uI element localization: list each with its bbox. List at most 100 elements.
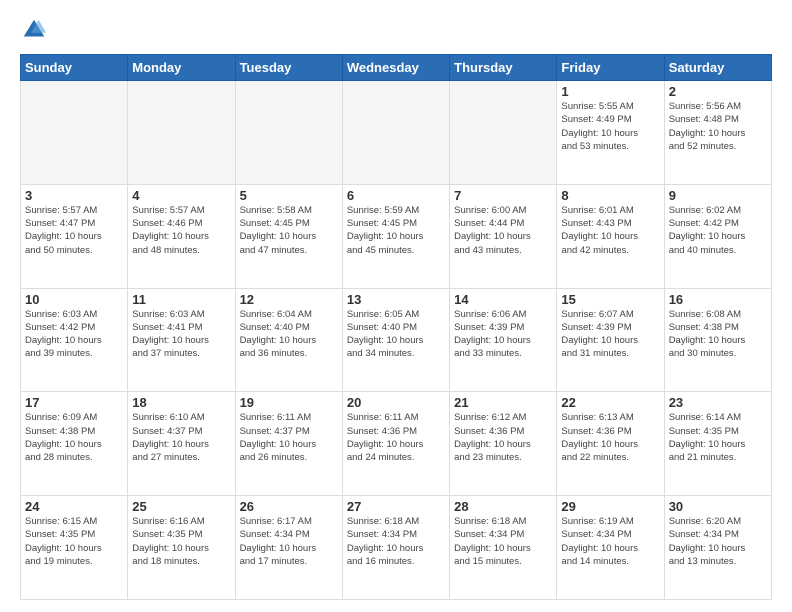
day-number: 26: [240, 499, 338, 514]
day-number: 3: [25, 188, 123, 203]
calendar-cell: 29Sunrise: 6:19 AM Sunset: 4:34 PM Dayli…: [557, 496, 664, 600]
day-of-week-header: Wednesday: [342, 55, 449, 81]
calendar-cell: 26Sunrise: 6:17 AM Sunset: 4:34 PM Dayli…: [235, 496, 342, 600]
day-number: 7: [454, 188, 552, 203]
day-info: Sunrise: 6:01 AM Sunset: 4:43 PM Dayligh…: [561, 204, 659, 257]
day-number: 15: [561, 292, 659, 307]
calendar-cell: 27Sunrise: 6:18 AM Sunset: 4:34 PM Dayli…: [342, 496, 449, 600]
day-info: Sunrise: 6:03 AM Sunset: 4:42 PM Dayligh…: [25, 308, 123, 361]
day-number: 11: [132, 292, 230, 307]
day-info: Sunrise: 6:00 AM Sunset: 4:44 PM Dayligh…: [454, 204, 552, 257]
day-number: 18: [132, 395, 230, 410]
calendar-cell: 24Sunrise: 6:15 AM Sunset: 4:35 PM Dayli…: [21, 496, 128, 600]
calendar-cell: [342, 81, 449, 185]
calendar-body: 1Sunrise: 5:55 AM Sunset: 4:49 PM Daylig…: [21, 81, 772, 600]
calendar-cell: [128, 81, 235, 185]
day-info: Sunrise: 6:07 AM Sunset: 4:39 PM Dayligh…: [561, 308, 659, 361]
calendar-cell: 22Sunrise: 6:13 AM Sunset: 4:36 PM Dayli…: [557, 392, 664, 496]
calendar-cell: 2Sunrise: 5:56 AM Sunset: 4:48 PM Daylig…: [664, 81, 771, 185]
day-info: Sunrise: 6:15 AM Sunset: 4:35 PM Dayligh…: [25, 515, 123, 568]
calendar-week-row: 17Sunrise: 6:09 AM Sunset: 4:38 PM Dayli…: [21, 392, 772, 496]
day-number: 1: [561, 84, 659, 99]
calendar-week-row: 1Sunrise: 5:55 AM Sunset: 4:49 PM Daylig…: [21, 81, 772, 185]
day-of-week-header: Tuesday: [235, 55, 342, 81]
day-number: 13: [347, 292, 445, 307]
calendar-cell: 16Sunrise: 6:08 AM Sunset: 4:38 PM Dayli…: [664, 288, 771, 392]
day-number: 4: [132, 188, 230, 203]
calendar-cell: 11Sunrise: 6:03 AM Sunset: 4:41 PM Dayli…: [128, 288, 235, 392]
day-info: Sunrise: 6:09 AM Sunset: 4:38 PM Dayligh…: [25, 411, 123, 464]
calendar: SundayMondayTuesdayWednesdayThursdayFrid…: [20, 54, 772, 600]
day-number: 19: [240, 395, 338, 410]
header: [20, 16, 772, 44]
calendar-cell: 6Sunrise: 5:59 AM Sunset: 4:45 PM Daylig…: [342, 184, 449, 288]
calendar-cell: 7Sunrise: 6:00 AM Sunset: 4:44 PM Daylig…: [450, 184, 557, 288]
calendar-cell: 1Sunrise: 5:55 AM Sunset: 4:49 PM Daylig…: [557, 81, 664, 185]
calendar-header: SundayMondayTuesdayWednesdayThursdayFrid…: [21, 55, 772, 81]
calendar-cell: 30Sunrise: 6:20 AM Sunset: 4:34 PM Dayli…: [664, 496, 771, 600]
calendar-cell: 10Sunrise: 6:03 AM Sunset: 4:42 PM Dayli…: [21, 288, 128, 392]
calendar-cell: 14Sunrise: 6:06 AM Sunset: 4:39 PM Dayli…: [450, 288, 557, 392]
day-info: Sunrise: 6:12 AM Sunset: 4:36 PM Dayligh…: [454, 411, 552, 464]
day-of-week-header: Sunday: [21, 55, 128, 81]
calendar-cell: 12Sunrise: 6:04 AM Sunset: 4:40 PM Dayli…: [235, 288, 342, 392]
day-info: Sunrise: 5:57 AM Sunset: 4:47 PM Dayligh…: [25, 204, 123, 257]
day-info: Sunrise: 5:57 AM Sunset: 4:46 PM Dayligh…: [132, 204, 230, 257]
day-number: 12: [240, 292, 338, 307]
calendar-cell: 28Sunrise: 6:18 AM Sunset: 4:34 PM Dayli…: [450, 496, 557, 600]
day-info: Sunrise: 6:18 AM Sunset: 4:34 PM Dayligh…: [347, 515, 445, 568]
calendar-cell: [450, 81, 557, 185]
day-number: 16: [669, 292, 767, 307]
day-number: 9: [669, 188, 767, 203]
day-number: 17: [25, 395, 123, 410]
calendar-cell: 20Sunrise: 6:11 AM Sunset: 4:36 PM Dayli…: [342, 392, 449, 496]
day-number: 20: [347, 395, 445, 410]
calendar-cell: 18Sunrise: 6:10 AM Sunset: 4:37 PM Dayli…: [128, 392, 235, 496]
calendar-cell: 3Sunrise: 5:57 AM Sunset: 4:47 PM Daylig…: [21, 184, 128, 288]
day-info: Sunrise: 6:03 AM Sunset: 4:41 PM Dayligh…: [132, 308, 230, 361]
day-info: Sunrise: 6:16 AM Sunset: 4:35 PM Dayligh…: [132, 515, 230, 568]
day-info: Sunrise: 5:59 AM Sunset: 4:45 PM Dayligh…: [347, 204, 445, 257]
day-info: Sunrise: 5:55 AM Sunset: 4:49 PM Dayligh…: [561, 100, 659, 153]
calendar-cell: 19Sunrise: 6:11 AM Sunset: 4:37 PM Dayli…: [235, 392, 342, 496]
day-info: Sunrise: 6:05 AM Sunset: 4:40 PM Dayligh…: [347, 308, 445, 361]
day-info: Sunrise: 6:02 AM Sunset: 4:42 PM Dayligh…: [669, 204, 767, 257]
day-number: 22: [561, 395, 659, 410]
day-number: 28: [454, 499, 552, 514]
calendar-cell: 15Sunrise: 6:07 AM Sunset: 4:39 PM Dayli…: [557, 288, 664, 392]
calendar-cell: 9Sunrise: 6:02 AM Sunset: 4:42 PM Daylig…: [664, 184, 771, 288]
calendar-week-row: 24Sunrise: 6:15 AM Sunset: 4:35 PM Dayli…: [21, 496, 772, 600]
calendar-week-row: 10Sunrise: 6:03 AM Sunset: 4:42 PM Dayli…: [21, 288, 772, 392]
day-info: Sunrise: 6:04 AM Sunset: 4:40 PM Dayligh…: [240, 308, 338, 361]
calendar-cell: 17Sunrise: 6:09 AM Sunset: 4:38 PM Dayli…: [21, 392, 128, 496]
day-number: 25: [132, 499, 230, 514]
day-info: Sunrise: 6:17 AM Sunset: 4:34 PM Dayligh…: [240, 515, 338, 568]
day-info: Sunrise: 6:06 AM Sunset: 4:39 PM Dayligh…: [454, 308, 552, 361]
day-info: Sunrise: 6:19 AM Sunset: 4:34 PM Dayligh…: [561, 515, 659, 568]
day-info: Sunrise: 6:20 AM Sunset: 4:34 PM Dayligh…: [669, 515, 767, 568]
day-number: 5: [240, 188, 338, 203]
page: SundayMondayTuesdayWednesdayThursdayFrid…: [0, 0, 792, 612]
day-info: Sunrise: 6:14 AM Sunset: 4:35 PM Dayligh…: [669, 411, 767, 464]
day-info: Sunrise: 6:18 AM Sunset: 4:34 PM Dayligh…: [454, 515, 552, 568]
day-number: 14: [454, 292, 552, 307]
day-info: Sunrise: 6:11 AM Sunset: 4:37 PM Dayligh…: [240, 411, 338, 464]
day-number: 29: [561, 499, 659, 514]
day-info: Sunrise: 5:56 AM Sunset: 4:48 PM Dayligh…: [669, 100, 767, 153]
calendar-cell: [235, 81, 342, 185]
calendar-cell: [21, 81, 128, 185]
header-row: SundayMondayTuesdayWednesdayThursdayFrid…: [21, 55, 772, 81]
day-number: 23: [669, 395, 767, 410]
day-of-week-header: Friday: [557, 55, 664, 81]
day-number: 2: [669, 84, 767, 99]
calendar-cell: 25Sunrise: 6:16 AM Sunset: 4:35 PM Dayli…: [128, 496, 235, 600]
day-number: 10: [25, 292, 123, 307]
calendar-week-row: 3Sunrise: 5:57 AM Sunset: 4:47 PM Daylig…: [21, 184, 772, 288]
day-info: Sunrise: 6:10 AM Sunset: 4:37 PM Dayligh…: [132, 411, 230, 464]
calendar-cell: 8Sunrise: 6:01 AM Sunset: 4:43 PM Daylig…: [557, 184, 664, 288]
day-info: Sunrise: 5:58 AM Sunset: 4:45 PM Dayligh…: [240, 204, 338, 257]
logo-icon: [20, 16, 48, 44]
day-number: 21: [454, 395, 552, 410]
calendar-cell: 5Sunrise: 5:58 AM Sunset: 4:45 PM Daylig…: [235, 184, 342, 288]
day-info: Sunrise: 6:13 AM Sunset: 4:36 PM Dayligh…: [561, 411, 659, 464]
